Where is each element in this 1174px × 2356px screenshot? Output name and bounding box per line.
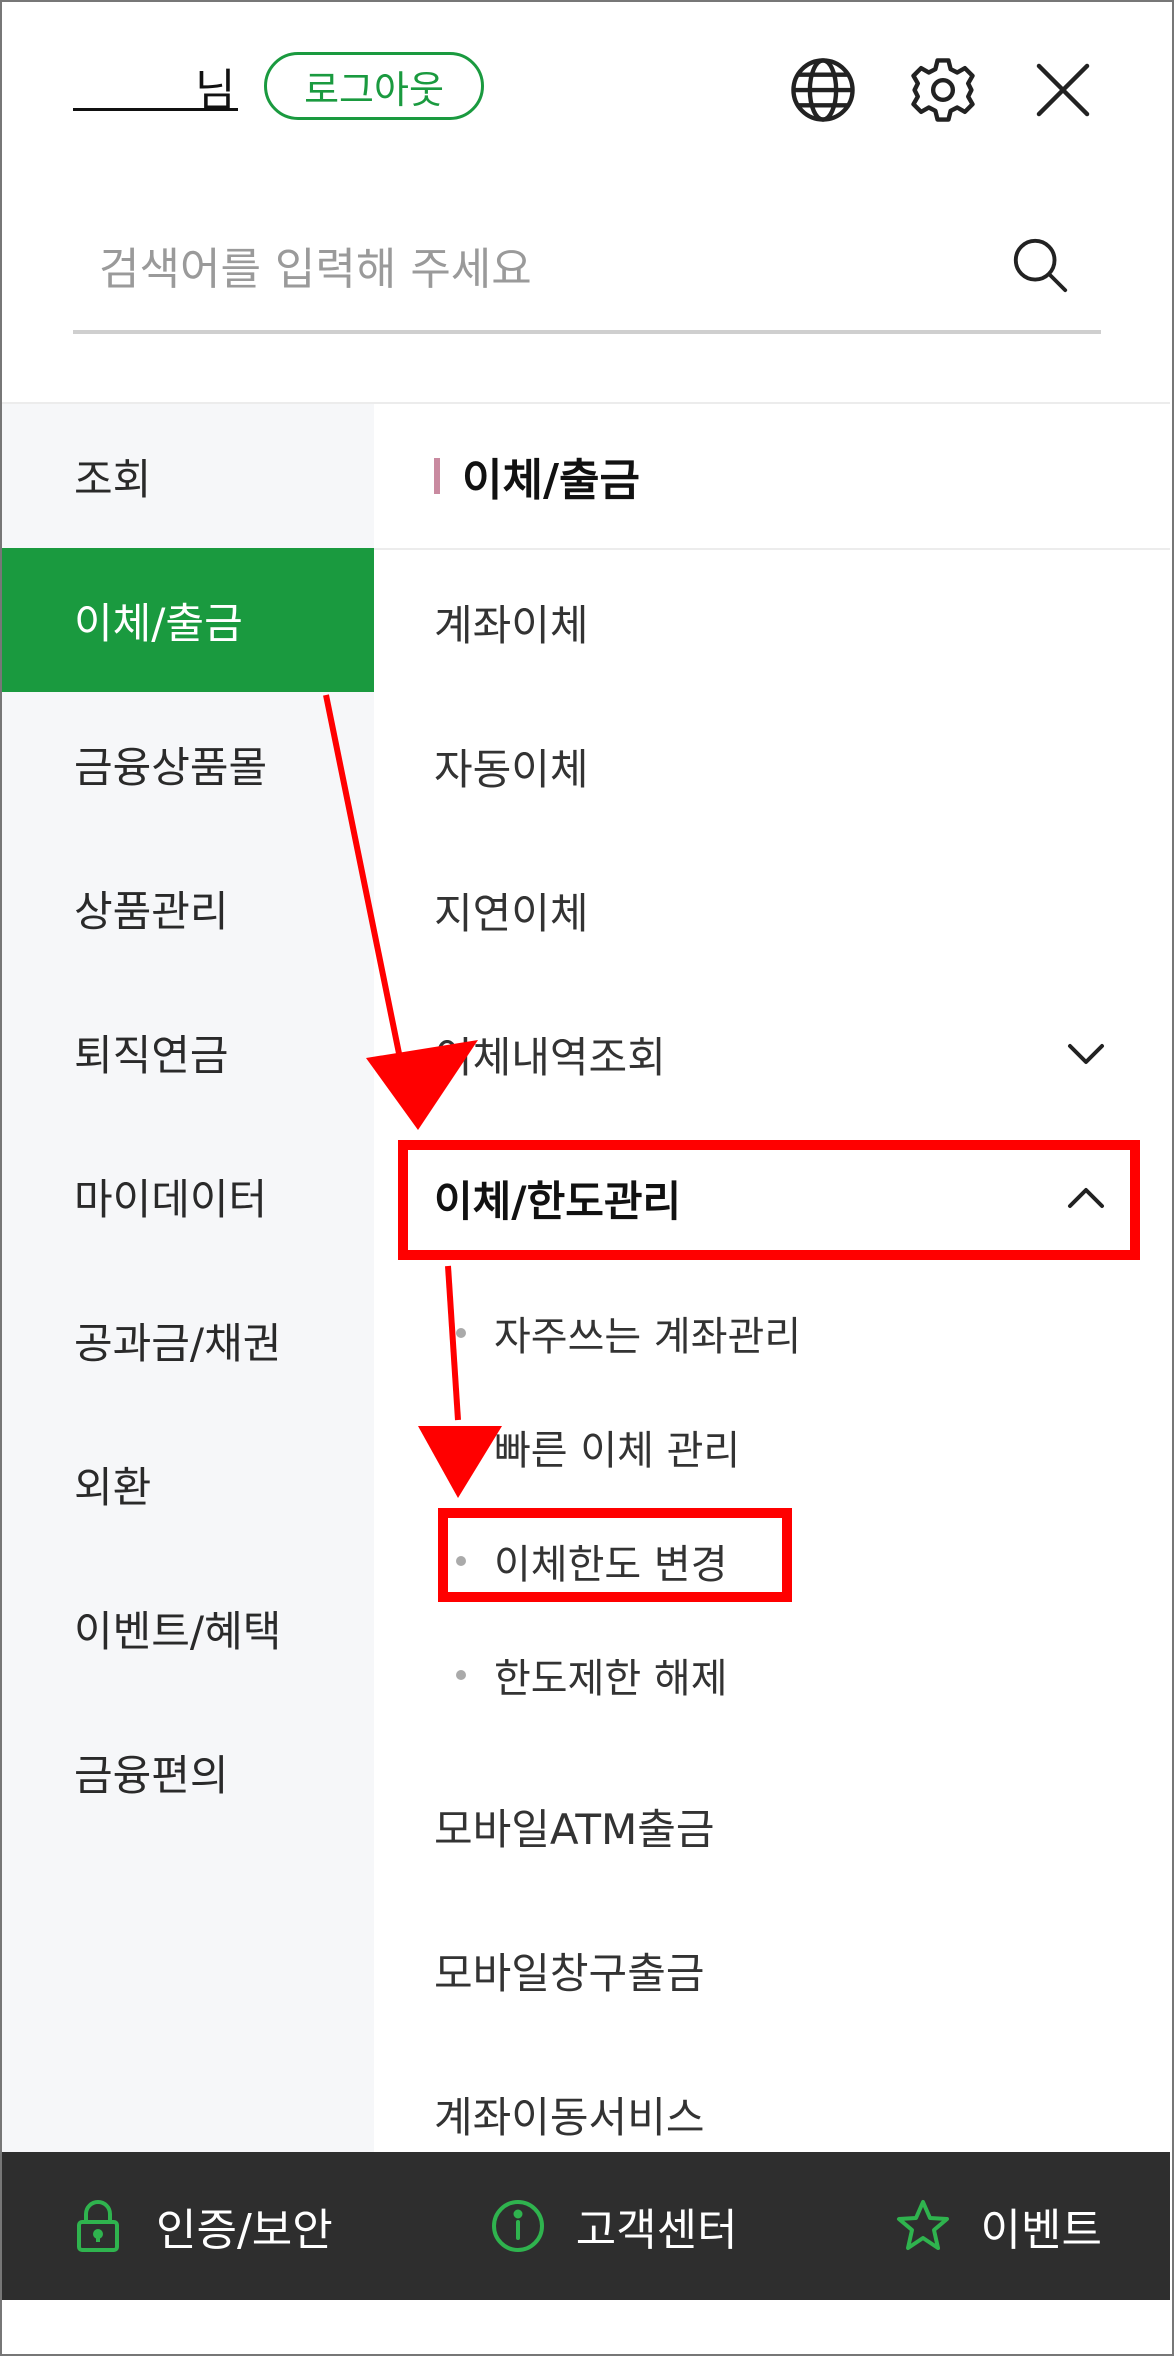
nav-label: 고객센터 — [575, 2205, 738, 2256]
search-bar — [73, 220, 1101, 334]
category-item[interactable]: 금융편의 — [2, 1700, 374, 1844]
menu-item-auto-transfer[interactable]: 자동이체 — [374, 694, 1170, 838]
section-accent-bar — [434, 458, 440, 494]
submenu-label: 한도제한 해제 — [494, 1656, 728, 1702]
nav-events[interactable]: 이벤트 — [895, 2194, 1102, 2258]
bullet-dot — [456, 1442, 466, 1452]
menu-item-delayed-transfer[interactable]: 지연이체 — [374, 838, 1170, 982]
bullet-dot — [456, 1670, 466, 1680]
bottom-nav: 인증/보안 고객센터 이벤트 — [2, 2152, 1170, 2300]
logout-button[interactable]: 로그아웃 — [264, 52, 484, 120]
highlight-box-limit-menu — [398, 1140, 1140, 1260]
nav-auth-security[interactable]: 인증/보안 — [70, 2194, 333, 2258]
gear-icon[interactable] — [908, 55, 978, 125]
globe-icon[interactable] — [788, 55, 858, 125]
star-icon — [895, 2198, 951, 2254]
lock-icon — [70, 2198, 126, 2254]
highlight-box-limit-change — [438, 1508, 792, 1602]
menu-item-account-switch[interactable]: 계좌이동서비스 — [374, 2042, 1170, 2152]
menu-item-label: 이체내역조회 — [434, 1032, 666, 1082]
submenu-item[interactable]: 빠른 이체 관리 — [374, 1390, 1170, 1504]
category-item[interactable]: 마이데이터 — [2, 1124, 374, 1268]
nav-label: 인증/보안 — [156, 2205, 333, 2256]
category-item[interactable]: 조회 — [2, 404, 374, 548]
search-icon[interactable] — [1009, 234, 1071, 296]
nav-customer-center[interactable]: 고객센터 — [490, 2194, 738, 2258]
user-suffix: 님 — [195, 65, 236, 116]
submenu-item[interactable]: 한도제한 해제 — [374, 1618, 1170, 1732]
menu-item-mobile-counter[interactable]: 모바일창구출금 — [374, 1898, 1170, 2042]
submenu-panel: 이체/출금 계좌이체 자동이체 지연이체 이체내역조회 이체/한도관리 자주쓰는… — [374, 404, 1170, 2152]
menu-item-account-transfer[interactable]: 계좌이체 — [374, 550, 1170, 694]
close-icon[interactable] — [1028, 55, 1098, 125]
category-item[interactable]: 금융상품몰 — [2, 692, 374, 836]
search-input[interactable] — [97, 228, 981, 310]
category-item[interactable]: 이벤트/혜택 — [2, 1556, 374, 1700]
category-item[interactable]: 퇴직연금 — [2, 980, 374, 1124]
nav-label: 이벤트 — [980, 2205, 1102, 2256]
menu-item-transfer-history[interactable]: 이체내역조회 — [374, 982, 1170, 1126]
menu-item-mobile-atm[interactable]: 모바일ATM출금 — [374, 1754, 1170, 1898]
category-item[interactable]: 상품관리 — [2, 836, 374, 980]
category-item[interactable]: 공과금/채권 — [2, 1268, 374, 1412]
section-title: 이체/출금 — [462, 455, 640, 506]
section-header: 이체/출금 — [374, 404, 1170, 550]
category-item-active[interactable]: 이체/출금 — [2, 548, 374, 692]
info-icon — [490, 2198, 546, 2254]
submenu-label: 빠른 이체 관리 — [494, 1428, 741, 1474]
bullet-dot — [456, 1328, 466, 1338]
chevron-down-icon — [1068, 1044, 1104, 1064]
category-sidebar: 조회 이체/출금 금융상품몰 상품관리 퇴직연금 마이데이터 공과금/채권 외환… — [2, 404, 374, 2152]
submenu-item[interactable]: 자주쓰는 계좌관리 — [374, 1276, 1170, 1390]
submenu-label: 자주쓰는 계좌관리 — [494, 1314, 802, 1360]
category-item[interactable]: 외환 — [2, 1412, 374, 1556]
